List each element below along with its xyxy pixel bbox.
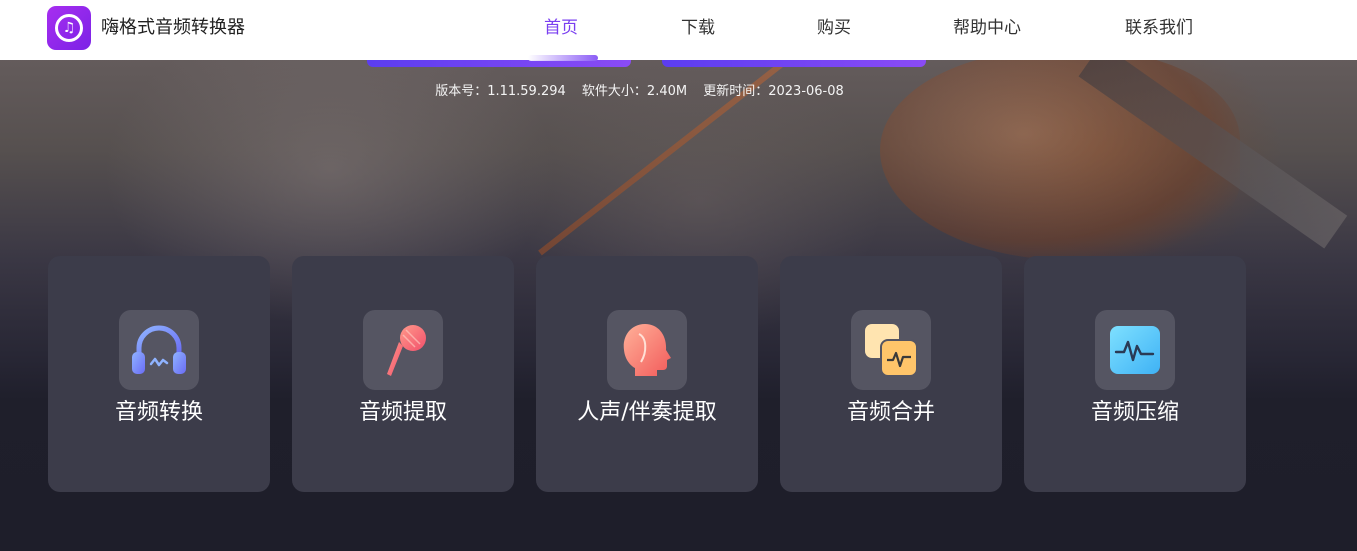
- feature-card-audio-merge[interactable]: 音频合并: [780, 256, 1002, 492]
- human-voice-icon: [623, 324, 671, 376]
- microphone-icon: [387, 325, 426, 376]
- merge-waveform-icon: [865, 324, 918, 377]
- nav-active-indicator: [528, 55, 598, 61]
- nav-buy[interactable]: 购买: [817, 16, 851, 40]
- version-number: 版本号：1.11.59.294: [435, 84, 566, 99]
- feature-label: 音频提取: [358, 400, 447, 425]
- feature-label: 人声/伴奏提取: [577, 400, 717, 425]
- update-time: 更新时间：2023-06-08: [703, 84, 844, 99]
- feature-icon-box: [607, 310, 687, 390]
- feature-card-audio-extract[interactable]: 音频提取: [292, 256, 514, 492]
- compress-waveform-icon: [1110, 326, 1160, 374]
- feature-card-audio-compress[interactable]: 音频压缩: [1024, 256, 1246, 492]
- nav-help-center[interactable]: 帮助中心: [953, 16, 1021, 40]
- app-name[interactable]: 嗨格式音频转换器: [101, 17, 245, 39]
- feature-card-audio-convert[interactable]: 音频转换: [48, 256, 270, 492]
- feature-icon-box: [1095, 310, 1175, 390]
- feature-label: 音频转换: [114, 400, 203, 425]
- feature-icon-box: [363, 310, 443, 390]
- version-info: 版本号：1.11.59.294 软件大小：2.40M 更新时间：2023-06-…: [0, 82, 1279, 102]
- software-size: 软件大小：2.40M: [581, 84, 688, 99]
- buy-button-edge[interactable]: [662, 60, 926, 67]
- app-logo[interactable]: ♫: [47, 6, 91, 50]
- feature-label: 音频合并: [846, 400, 935, 425]
- nav-home[interactable]: 首页: [544, 16, 578, 40]
- download-button-edge[interactable]: [367, 60, 631, 67]
- nav-contact-us[interactable]: 联系我们: [1125, 16, 1193, 40]
- top-navigation-bar: ♫ 嗨格式音频转换器 首页 下载 购买 帮助中心 联系我们: [0, 0, 1357, 61]
- feature-icon-box: [119, 310, 199, 390]
- music-note-icon: ♫: [62, 20, 76, 36]
- feature-label: 音频压缩: [1090, 400, 1179, 425]
- feature-icon-box: [851, 310, 931, 390]
- nav-download[interactable]: 下载: [681, 16, 715, 40]
- feature-card-voice-accompaniment-extract[interactable]: 人声/伴奏提取: [536, 256, 758, 492]
- headphones-icon: [132, 325, 186, 374]
